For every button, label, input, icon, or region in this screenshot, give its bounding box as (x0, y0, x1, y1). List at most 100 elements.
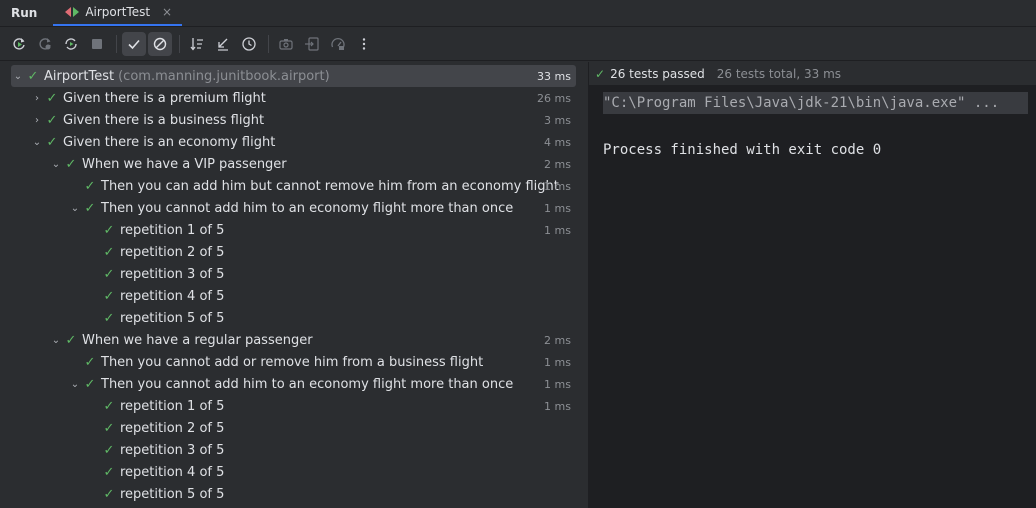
exit-code-line: Process finished with exit code 0 (603, 142, 882, 158)
tree-row[interactable]: ⌄ ✓ Given there is an economy flight 4 m… (11, 131, 576, 153)
tree-row[interactable]: › ✓ Given there is a premium flight 26 m… (11, 87, 576, 109)
check-icon: ✓ (46, 90, 58, 106)
chevron-down-icon[interactable]: ⌄ (49, 335, 63, 346)
tree-row-duration: 26 ms (537, 91, 571, 105)
tree-row[interactable]: ✓ repetition 5 of 5 (11, 307, 576, 329)
check-icon: ✓ (103, 310, 115, 326)
toolbar-separator (116, 35, 117, 53)
tree-row-label: repetition 1 of 5 (120, 222, 225, 238)
tests-passed-text: 26 tests passed (610, 66, 705, 81)
check-icon: ✓ (84, 376, 96, 392)
check-icon: ✓ (103, 464, 115, 480)
chevron-down-icon[interactable]: ⌄ (49, 159, 63, 170)
chevron-down-icon[interactable]: ⌄ (68, 379, 82, 390)
run-tool-window-header: Run AirportTest × (0, 0, 1036, 27)
check-icon: ✓ (595, 66, 606, 81)
tree-row-label: repetition 2 of 5 (120, 244, 225, 260)
check-icon: ✓ (46, 112, 58, 128)
tree-row-label: Then you can add him but cannot remove h… (101, 178, 559, 194)
stop-icon[interactable] (85, 32, 109, 56)
chevron-right-icon[interactable]: › (30, 93, 44, 104)
check-icon: ✓ (65, 332, 77, 348)
tree-row-duration: 1 ms (544, 355, 571, 369)
screenshot-icon[interactable] (274, 32, 298, 56)
tree-row-label: repetition 5 of 5 (120, 486, 225, 502)
tree-row-duration: 1 ms (544, 399, 571, 413)
tree-row-label: repetition 3 of 5 (120, 442, 225, 458)
show-passed-icon[interactable] (122, 32, 146, 56)
tree-row-duration: 2 ms (544, 333, 571, 347)
chevron-down-icon[interactable]: ⌄ (30, 137, 44, 148)
more-options-icon[interactable] (352, 32, 376, 56)
tree-row-label: repetition 3 of 5 (120, 266, 225, 282)
tree-row[interactable]: ✓ repetition 2 of 5 (11, 241, 576, 263)
check-icon: ✓ (103, 244, 115, 260)
tree-row[interactable]: ⌄ ✓ When we have a regular passenger 2 m… (11, 329, 576, 351)
coverage-icon[interactable] (326, 32, 350, 56)
console-panel[interactable]: ✓ 26 tests passed 26 tests total, 33 ms … (589, 62, 1036, 508)
rerun-icon[interactable] (7, 32, 31, 56)
tab-label: AirportTest (85, 5, 151, 19)
tree-row-duration: 3 ms (544, 113, 571, 127)
tree-row-label: repetition 5 of 5 (120, 310, 225, 326)
tree-row[interactable]: ✓ repetition 2 of 5 (11, 417, 576, 439)
check-icon: ✓ (27, 68, 39, 84)
check-icon: ✓ (103, 288, 115, 304)
tree-row[interactable]: ✓ repetition 5 of 5 (11, 483, 576, 505)
run-title: Run (11, 6, 38, 20)
tree-row[interactable]: ✓ repetition 1 of 5 1 ms (11, 395, 576, 417)
test-toolbar (0, 28, 1036, 61)
rerun-failed-icon[interactable] (33, 32, 57, 56)
chevron-down-icon[interactable]: ⌄ (68, 203, 82, 214)
check-icon: ✓ (84, 200, 96, 216)
tree-row-label: Given there is an economy flight (63, 134, 276, 150)
tree-row[interactable]: ✓ Then you can add him but cannot remove… (11, 175, 576, 197)
import-tests-icon[interactable] (300, 32, 324, 56)
tree-row-label: Then you cannot add or remove him from a… (101, 354, 484, 370)
close-icon[interactable]: × (162, 5, 172, 19)
show-ignored-icon[interactable] (148, 32, 172, 56)
test-history-icon[interactable] (237, 32, 261, 56)
check-icon: ✓ (46, 134, 58, 150)
tree-row-package: (com.manning.junitbook.airport) (118, 68, 330, 84)
tree-row[interactable]: ⌄ ✓ Then you cannot add him to an econom… (11, 373, 576, 395)
tree-row-label: repetition 4 of 5 (120, 464, 225, 480)
chevron-right-icon[interactable]: › (30, 115, 44, 126)
test-results-tree: ⌄ ✓ AirportTest (com.manning.junitbook.a… (0, 62, 588, 508)
tab-airporttest[interactable]: AirportTest × (53, 0, 183, 26)
check-icon: ✓ (103, 486, 115, 502)
tree-row[interactable]: ✓ repetition 1 of 5 1 ms (11, 219, 576, 241)
tree-row-duration: 2 ms (544, 157, 571, 171)
tree-row[interactable]: ⌄ ✓ When we have a VIP passenger 2 ms (11, 153, 576, 175)
tree-row-label: When we have a VIP passenger (82, 156, 287, 172)
tree-row[interactable]: ✓ repetition 4 of 5 (11, 461, 576, 483)
check-icon: ✓ (84, 354, 96, 370)
tree-row-label: repetition 1 of 5 (120, 398, 225, 414)
tree-row-airporttest[interactable]: ⌄ ✓ AirportTest (com.manning.junitbook.a… (11, 65, 576, 87)
sort-by-duration-icon[interactable] (211, 32, 235, 56)
toolbar-separator (179, 35, 180, 53)
tree-row-duration: 1 ms (544, 377, 571, 391)
tree-row[interactable]: ✓ repetition 3 of 5 (11, 263, 576, 285)
tree-row-label: AirportTest (44, 68, 115, 84)
tree-row[interactable]: ✓ Then you cannot add or remove him from… (11, 351, 576, 373)
check-icon: ✓ (103, 420, 115, 436)
tree-row[interactable]: ✓ repetition 4 of 5 (11, 285, 576, 307)
tree-row[interactable]: ⌄ ✓ Then you cannot add him to an econom… (11, 197, 576, 219)
tree-row-label: Then you cannot add him to an economy fl… (101, 200, 514, 216)
run-config-icon (65, 6, 80, 18)
tree-row-label: Then you cannot add him to an economy fl… (101, 376, 514, 392)
toolbar-separator (268, 35, 269, 53)
tree-row[interactable]: ✓ repetition 3 of 5 (11, 439, 576, 461)
tree-row-label: When we have a regular passenger (82, 332, 313, 348)
tree-row[interactable]: › ✓ Given there is a business flight 3 m… (11, 109, 576, 131)
tree-row-label: Given there is a business flight (63, 112, 265, 128)
check-icon: ✓ (84, 178, 96, 194)
sort-alphabetically-icon[interactable] (185, 32, 209, 56)
chevron-down-icon[interactable]: ⌄ (11, 71, 25, 82)
tree-row-label: Given there is a premium flight (63, 90, 266, 106)
toggle-auto-test-icon[interactable] (59, 32, 83, 56)
tree-row-duration: 4 ms (544, 135, 571, 149)
tree-row-label: repetition 4 of 5 (120, 288, 225, 304)
command-line[interactable]: "C:\Program Files\Java\jdk-21\bin\java.e… (603, 92, 1028, 114)
